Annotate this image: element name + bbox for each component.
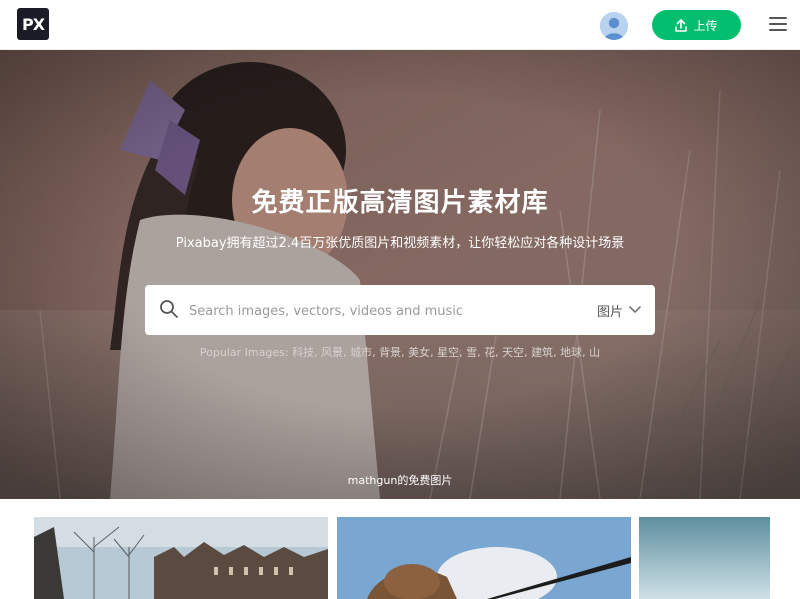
popular-images: Popular Images: 科技, 风景, 城市, 背景, 美女, 星空, … bbox=[0, 344, 800, 360]
image-grid bbox=[0, 499, 800, 599]
popular-tag-link[interactable]: 花 bbox=[484, 346, 495, 359]
popular-label: Popular Images: bbox=[199, 346, 289, 359]
image-thumbnail-architecture[interactable] bbox=[34, 517, 328, 599]
hero-background-photo bbox=[0, 50, 800, 499]
hero-title: 免费正版高清图片素材库 bbox=[251, 188, 549, 218]
popular-tag-link[interactable]: 背景 bbox=[379, 346, 401, 359]
search-bar: 图片 bbox=[145, 285, 655, 335]
popular-tags: 科技, 风景, 城市, 背景, 美女, 星空, 雪, 花, 天空, 建筑, 地球… bbox=[292, 346, 601, 359]
popular-tag-link[interactable]: 风景 bbox=[321, 346, 343, 359]
popular-tag-link[interactable]: 科技 bbox=[292, 346, 314, 359]
popular-tag-link[interactable]: 天空 bbox=[502, 346, 524, 359]
logo-text: PX bbox=[21, 14, 45, 34]
upload-button[interactable]: 上传 bbox=[652, 10, 741, 40]
chevron-down-icon bbox=[629, 303, 641, 318]
search-icon[interactable] bbox=[159, 299, 179, 319]
search-input[interactable] bbox=[187, 295, 571, 327]
user-avatar-icon[interactable] bbox=[600, 12, 628, 40]
upload-label: 上传 bbox=[693, 18, 718, 33]
popular-tag-link[interactable]: 城市 bbox=[350, 346, 372, 359]
hero-banner: 免费正版高清图片素材库 Pixabay拥有超过2.4百万张优质图片和视频素材，让… bbox=[0, 50, 800, 499]
hamburger-menu-icon[interactable] bbox=[769, 17, 787, 33]
pixabay-logo[interactable]: PX bbox=[17, 8, 49, 40]
popular-tag-link[interactable]: 山 bbox=[589, 346, 600, 359]
popular-tag-link[interactable]: 星空 bbox=[437, 346, 459, 359]
popular-tag-link[interactable]: 地球 bbox=[560, 346, 582, 359]
photo-credit[interactable]: mathgun的免费图片 bbox=[0, 472, 800, 488]
top-header: PX 上传 bbox=[0, 0, 800, 50]
image-thumbnail-dog[interactable] bbox=[337, 517, 631, 599]
image-thumbnail-sky[interactable] bbox=[639, 517, 770, 599]
popular-tag-link[interactable]: 雪 bbox=[466, 346, 477, 359]
popular-tag-link[interactable]: 建筑 bbox=[531, 346, 553, 359]
media-type-select[interactable]: 图片 bbox=[597, 285, 641, 335]
media-type-label: 图片 bbox=[596, 304, 623, 320]
hero-subtitle: Pixabay拥有超过2.4百万张优质图片和视频素材，让你轻松应对各种设计场景 bbox=[175, 236, 625, 251]
popular-tag-link[interactable]: 美女 bbox=[408, 346, 430, 359]
upload-icon bbox=[675, 18, 688, 32]
